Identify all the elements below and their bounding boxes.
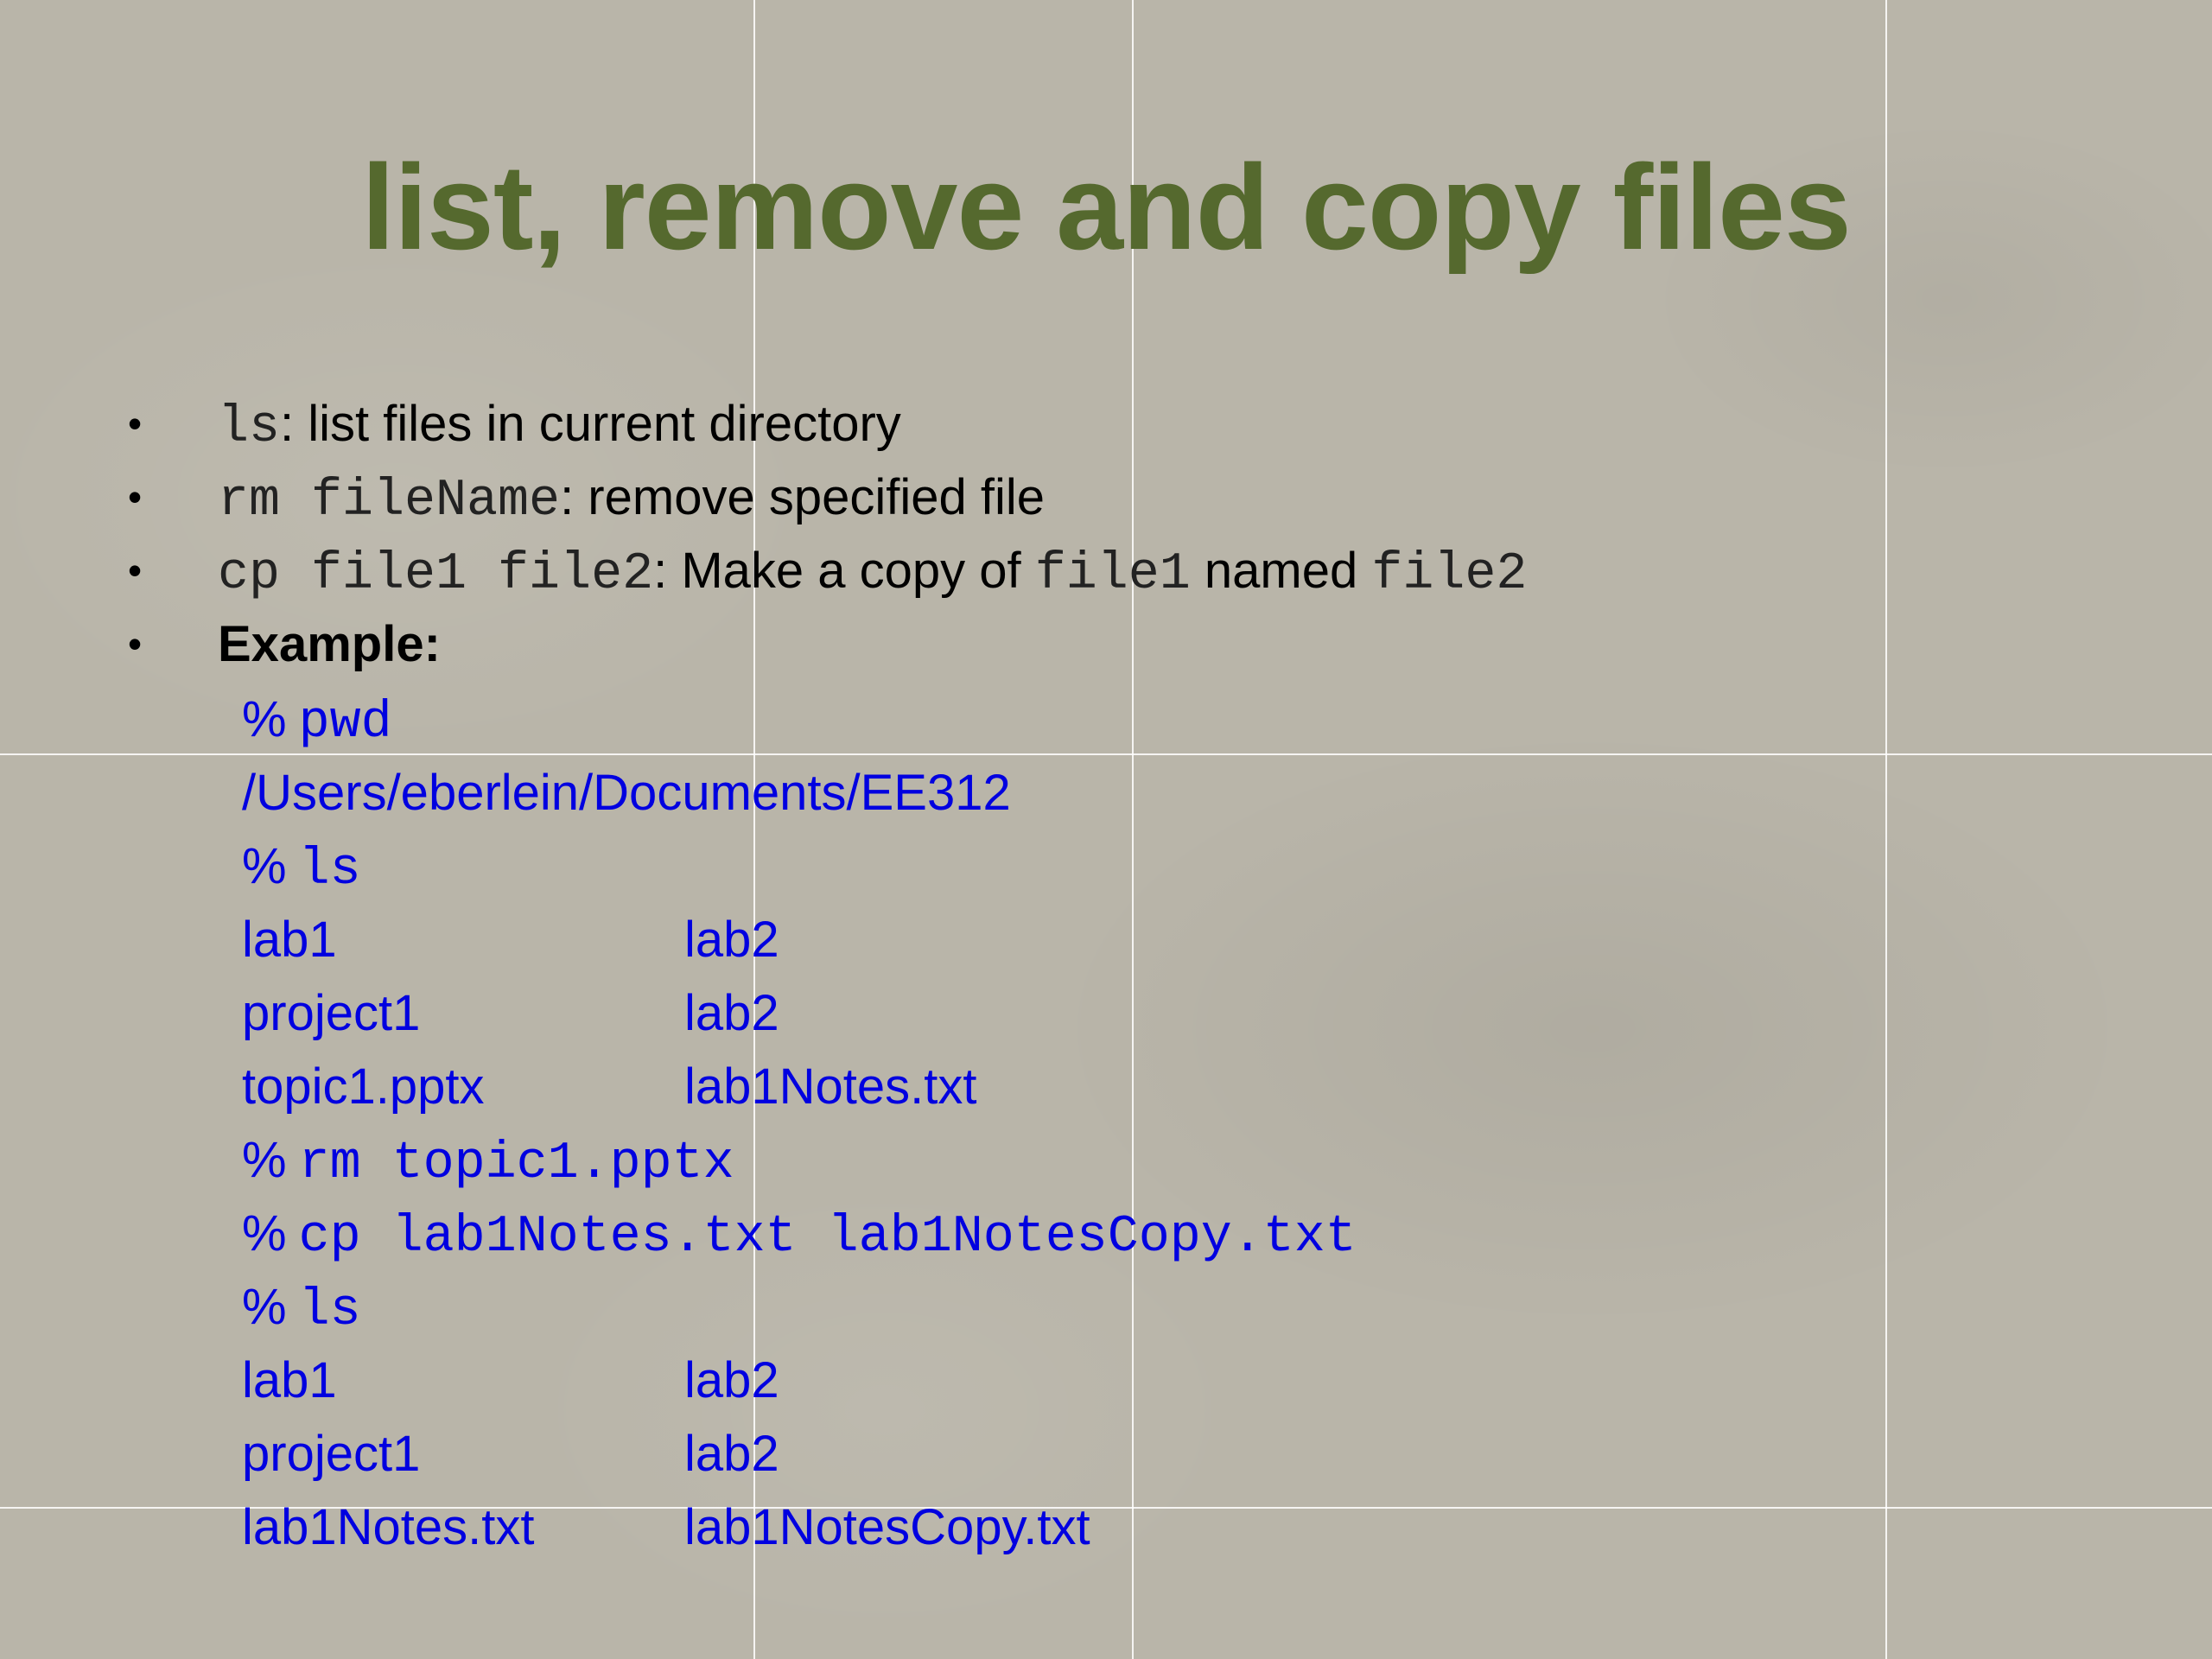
command-cp: cp lab1Notes.txt lab1NotesCopy.txt [298,1208,1357,1267]
example-block: % pwd /Users/eberlein/Documents/EE312 % ls… [242,683,1357,1564]
file-entry: project1 [242,1426,421,1482]
file-entry: lab2 [684,1352,779,1408]
prompt: % [242,1205,287,1262]
ls-output-row: project1 lab2 [242,1417,1357,1491]
slide: list, remove and copy files • ls: list f… [0,0,2212,1659]
code-file1: file1 [1034,545,1191,604]
file-entry: project1 [242,985,421,1041]
file-entry: lab1Notes.txt [684,1058,977,1115]
command-pwd: pwd [298,694,392,753]
code-rm: rm fileName [218,472,561,531]
file-entry: lab2 [684,1426,779,1482]
bullet-text: named [1190,543,1372,599]
ls-output-row: project1 lab2 [242,976,1357,1050]
bullet-dot: • [128,474,143,519]
example-label: Example: [218,616,441,672]
bullet-dot: • [128,401,143,446]
code-cp: cp file1 file2 [218,545,654,604]
command-ls: ls [298,1281,361,1340]
prompt: % [242,691,287,747]
prompt: % [242,838,287,894]
file-entry: lab2 [684,985,779,1041]
prompt: % [242,1132,287,1188]
ls-output-row: lab1 lab2 [242,903,1357,976]
command-ls: ls [298,841,361,899]
example-command-line: % pwd [242,683,1357,756]
bullet-dot: • [128,548,143,593]
ls-output-row: lab1 lab2 [242,1344,1357,1417]
pwd-output: /Users/eberlein/Documents/EE312 [242,765,1011,821]
file-entry: lab2 [684,912,779,968]
command-rm: rm topic1.pptx [298,1135,734,1193]
file-entry: topic1.pptx [242,1058,485,1115]
example-command-line: % ls [242,1270,1357,1344]
code-file2: file2 [1371,545,1528,604]
bullet-dot: • [128,621,143,666]
file-entry: lab1Notes.txt [242,1499,535,1555]
example-command-line: % cp lab1Notes.txt lab1NotesCopy.txt [242,1197,1357,1270]
prompt: % [242,1279,287,1335]
code-ls: ls [218,398,281,457]
example-output-line: /Users/eberlein/Documents/EE312 [242,756,1357,830]
example-command-line: % ls [242,830,1357,903]
file-entry: lab1NotesCopy.txt [684,1499,1090,1555]
example-command-line: % rm topic1.pptx [242,1123,1357,1197]
bullet-text: : remove specified file [560,469,1045,525]
bullet-text: : list files in current directory [280,396,901,452]
ls-output-row: lab1Notes.txt lab1NotesCopy.txt [242,1491,1357,1564]
ls-output-row: topic1.pptx lab1Notes.txt [242,1050,1357,1123]
bullet-text: : Make a copy of [653,543,1035,599]
file-entry: lab1 [242,912,337,968]
slide-title: list, remove and copy files [361,139,1852,275]
file-entry: lab1 [242,1352,337,1408]
